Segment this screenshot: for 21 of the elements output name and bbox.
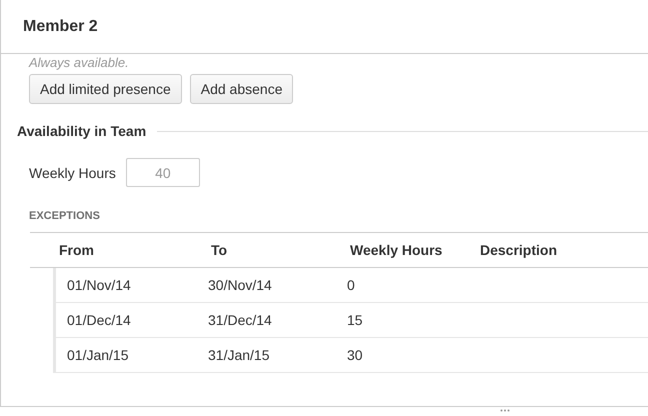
table-cell-text: 01/Nov/14 [67,277,132,293]
table-cell-text: 31/Dec/14 [208,312,273,328]
table-cell-text: 0 [347,277,356,293]
section-heading: Availability in Team [17,123,146,139]
table-cell-text: 30/Nov/14 [208,277,273,293]
column-header: Weekly Hours [350,242,444,258]
add-button[interactable]: Add absence [190,74,294,104]
exceptions-heading: EXCEPTIONS [29,210,100,222]
field-label: Weekly Hours [29,164,116,180]
table-cell-text: 15 [347,312,364,328]
column-header: To [211,242,228,258]
table-cell-text: 01/Dec/14 [67,312,132,328]
add-button[interactable]: Add limited presence [29,74,182,104]
table-cell-text: 01/Jan/15 [67,347,130,363]
panel-title: Member 2 [23,18,98,36]
availability-note: Always available. [29,55,130,70]
resize-grip-icon[interactable] [500,409,510,412]
column-header: Description [480,242,558,258]
column-header: From [59,242,95,258]
table-cell-text: 30 [347,347,364,363]
table-cell-text: 31/Jan/15 [208,347,270,363]
